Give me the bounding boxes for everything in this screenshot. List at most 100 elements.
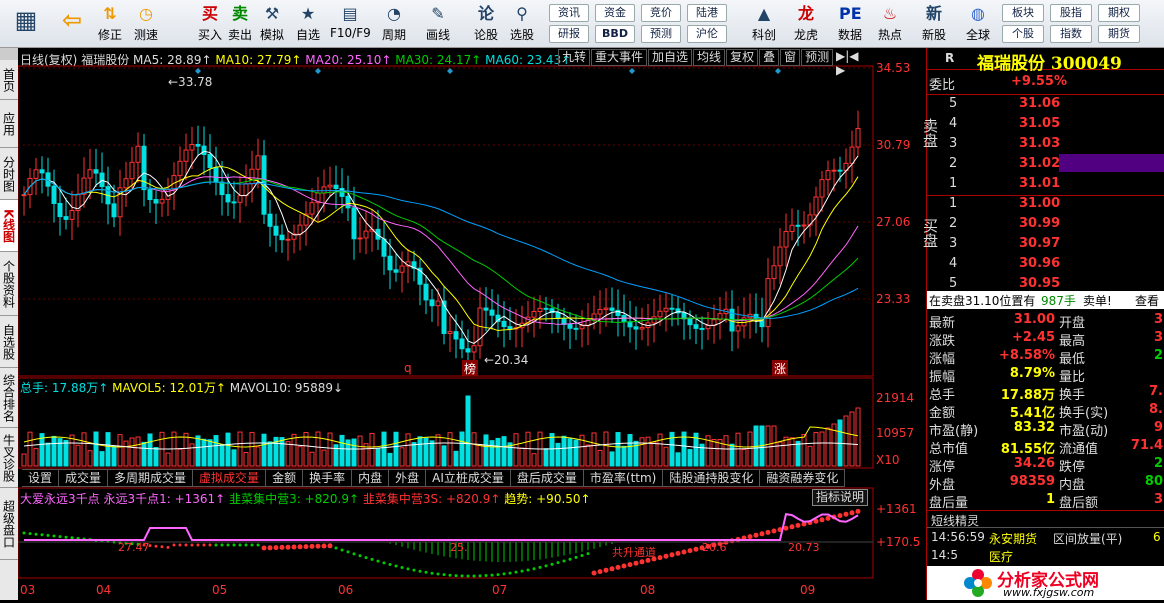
left-tab[interactable]: 超级盘口 xyxy=(0,488,18,560)
toolbar-button[interactable]: ▤ F10/F9 xyxy=(330,2,371,46)
ask-row[interactable]: 5 31.06 xyxy=(927,96,1164,114)
month-label: 05 xyxy=(212,583,227,597)
market-grid-button[interactable]: 指数 xyxy=(1050,25,1092,43)
market-grid-button[interactable]: 板块 xyxy=(1002,4,1044,22)
indicator-tab[interactable]: 内盘 xyxy=(352,470,390,487)
indicator-dot xyxy=(418,569,422,573)
event-diamond-icon[interactable] xyxy=(447,68,453,74)
chart-tab[interactable]: 预测 xyxy=(801,49,834,66)
chart-arrow-icons[interactable]: ▶|◀ ▶ xyxy=(836,49,870,77)
indicator-tab[interactable]: 金额 xyxy=(266,470,304,487)
info-grid-button[interactable]: 预测 xyxy=(641,25,681,43)
market-grid-button[interactable]: 期权 xyxy=(1098,4,1140,22)
left-tab[interactable]: 个股资料 xyxy=(0,252,18,316)
indicator-tab[interactable]: 陆股通持股变化 xyxy=(663,470,761,487)
indicator-tab[interactable]: 盘后成交量 xyxy=(511,470,584,487)
ask-level: 4 xyxy=(949,116,958,131)
left-tab[interactable]: 首页 xyxy=(0,60,18,100)
news-row[interactable]: 14:5 医疗 xyxy=(927,548,1164,566)
indicator-tab[interactable]: 虚拟成交量 xyxy=(193,470,267,487)
toolbar-button[interactable]: ⇅ 修正 xyxy=(90,2,130,46)
market-grid-button[interactable]: 个股 xyxy=(1002,25,1044,43)
info-grid-button[interactable]: 沪伦 xyxy=(687,25,727,43)
indicator-tab[interactable]: 市盈率(ttm) xyxy=(584,470,664,487)
alert-bar[interactable]: 在卖盘31.10位置有 987手 卖单! 查看 xyxy=(927,291,1164,309)
market-grid-button[interactable]: 股指 xyxy=(1050,4,1092,22)
stat-label: 涨幅 xyxy=(929,352,956,367)
bid-row[interactable]: 3 30.97 xyxy=(927,236,1164,254)
chart-tab[interactable]: 叠 xyxy=(759,49,780,66)
news-row[interactable]: 14:56:59 永安期货 区间放量(平) 6 xyxy=(927,530,1164,548)
indicator-dot xyxy=(388,562,392,566)
volume-bar xyxy=(621,445,627,467)
ask-row[interactable]: 3 31.03 xyxy=(927,136,1164,154)
left-tab[interactable]: 综合排名 xyxy=(0,368,18,428)
left-tab[interactable]: 应用 xyxy=(0,100,18,148)
bid-row[interactable]: 4 30.96 xyxy=(927,256,1164,274)
alert-view-link[interactable]: 查看 xyxy=(1135,292,1159,309)
event-diamond-icon[interactable] xyxy=(315,68,321,74)
volume-bar xyxy=(567,438,573,467)
chart-tab[interactable]: 重大事件 xyxy=(591,49,648,66)
info-grid-button[interactable]: 研报 xyxy=(549,25,589,43)
toolbar-button[interactable]: ⚲ 选股 xyxy=(502,2,542,46)
toolbar-button[interactable]: ⚒ 模拟 xyxy=(252,2,292,46)
event-diamond-icon[interactable] xyxy=(195,68,201,74)
market-grid-button[interactable]: 期货 xyxy=(1098,25,1140,43)
indicator-tab[interactable]: AI立桩成交量 xyxy=(426,470,511,487)
toolbar-button[interactable]: ◍ 全球 xyxy=(958,2,998,46)
chart-tab[interactable]: 窗 xyxy=(780,49,801,66)
chart-tab[interactable]: 复权 xyxy=(726,49,759,66)
indicator-tab[interactable]: 设置 xyxy=(22,470,60,487)
toolbar-button[interactable]: PE 数据 xyxy=(830,2,870,46)
candle-body xyxy=(651,316,657,324)
left-tab[interactable]: K线图 xyxy=(0,200,18,252)
left-tab[interactable]: 自选股 xyxy=(0,316,18,368)
stat-row: 市盈(静) 83.32 市盈(动) 9 xyxy=(927,420,1164,439)
chart-tab[interactable]: 均线 xyxy=(693,49,726,66)
toolbar-button[interactable]: ▲ 科创 xyxy=(744,2,784,46)
toolbar-button[interactable]: ★ 自选 xyxy=(288,2,328,46)
indicator-dot xyxy=(580,554,584,558)
toolbar-button[interactable]: ▦ xyxy=(6,2,46,46)
info-grid-button[interactable]: BBD xyxy=(595,25,635,43)
toolbar-button-label: 龙虎 xyxy=(793,28,818,42)
volume-bar xyxy=(267,441,273,467)
indicator-dot xyxy=(70,536,74,540)
event-diamond-icon[interactable] xyxy=(629,68,635,74)
toolbar-button[interactable]: 新新股 xyxy=(914,2,954,46)
volume-bar xyxy=(609,451,615,467)
indicator-tab[interactable]: 多周期成交量 xyxy=(108,470,194,487)
chart-tab[interactable]: 九转 xyxy=(558,49,591,66)
bid-price: 30.95 xyxy=(1019,276,1061,291)
ask-row[interactable]: 4 31.05 xyxy=(927,116,1164,134)
toolbar-button[interactable]: ⇦ xyxy=(52,2,92,46)
indicator-help-button[interactable]: 指标说明 xyxy=(812,489,868,506)
indicator-tab[interactable]: 换手率 xyxy=(303,470,353,487)
event-diamond-icon[interactable] xyxy=(775,68,781,74)
left-tab[interactable]: 分时图 xyxy=(0,148,18,200)
toolbar-button[interactable]: ◔ 周期 xyxy=(374,2,414,46)
info-grid-button[interactable]: 陆港 xyxy=(687,4,727,22)
candle-body xyxy=(489,309,495,316)
indicator-dot xyxy=(819,517,825,523)
chart-tab[interactable]: 加自选 xyxy=(648,49,693,66)
indicator-tab[interactable]: 成交量 xyxy=(59,470,109,487)
info-grid-button[interactable]: 资讯 xyxy=(549,4,589,22)
kline-chart-area[interactable]: 34.53 30.79 27.06 23.33 21914 10957 X10 +1361 +1… xyxy=(17,48,926,600)
toolbar-button[interactable]: 论论股 xyxy=(466,2,506,46)
toolbar-button[interactable]: ✎ 画线 xyxy=(418,2,458,46)
ask-row[interactable]: 1 31.01 xyxy=(927,176,1164,194)
info-grid-button[interactable]: 竞价 xyxy=(641,4,681,22)
hammer-icon: ⚒ xyxy=(264,4,280,23)
indicator-tab[interactable]: 外盘 xyxy=(389,470,427,487)
bid-row[interactable]: 2 30.99 xyxy=(927,216,1164,234)
indicator-tab[interactable]: 融资融券变化 xyxy=(760,470,846,487)
toolbar-button[interactable]: 龙龙虎 xyxy=(786,2,826,46)
toolbar-button[interactable]: ♨ 热点 xyxy=(870,2,910,46)
info-grid-button[interactable]: 资金 xyxy=(595,4,635,22)
bid-row[interactable]: 1 31.00 xyxy=(927,196,1164,214)
left-tab[interactable]: 牛叉诊股 xyxy=(0,428,18,488)
volume-bar xyxy=(645,436,651,467)
toolbar-button[interactable]: ◷ 测速 xyxy=(126,2,166,46)
